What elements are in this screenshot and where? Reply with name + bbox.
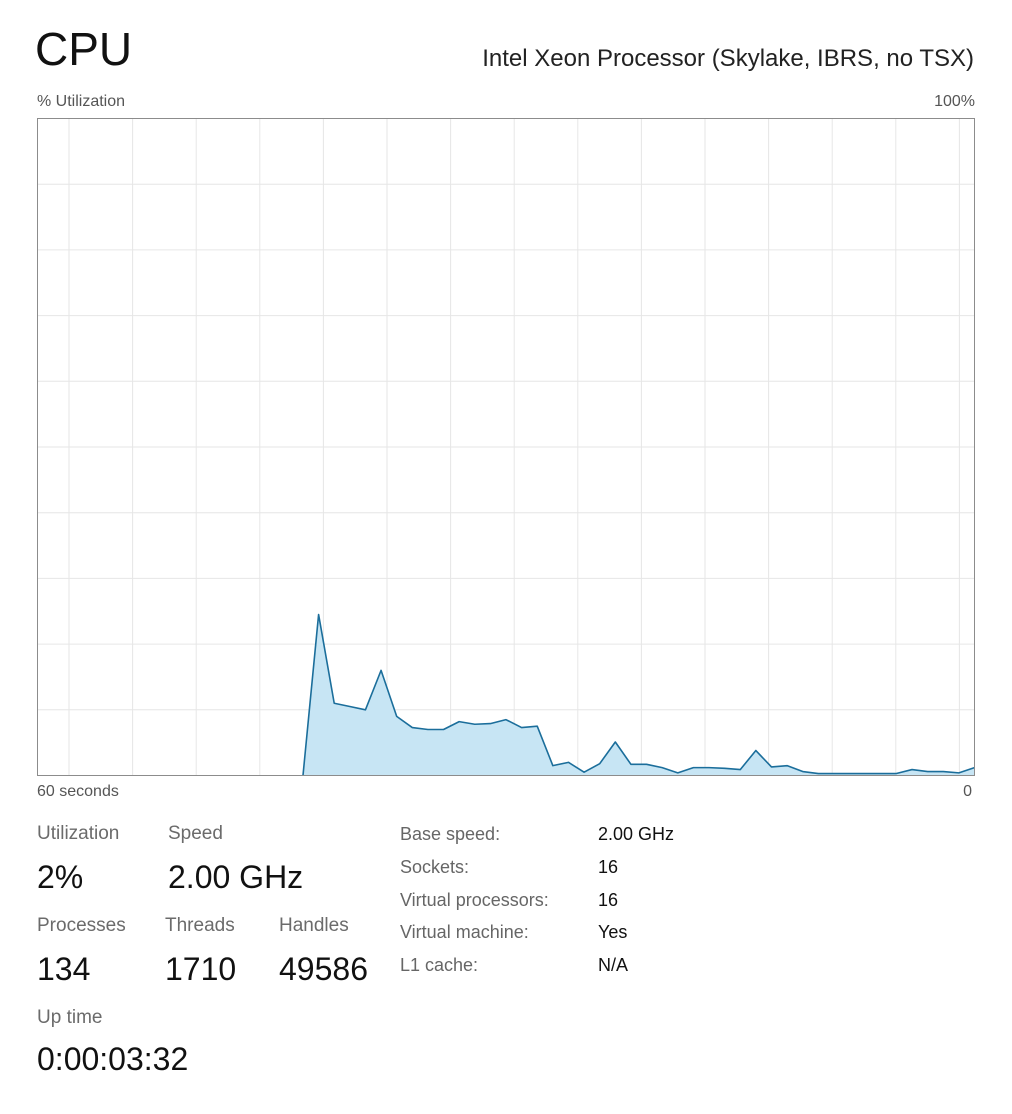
info-value-base-speed: 2.00 GHz [598, 824, 675, 844]
speed-value: 2.00 GHz [168, 859, 304, 895]
info-value-virtual-processors: 16 [598, 890, 619, 910]
info-label-base-speed: Base speed: [400, 824, 501, 844]
y-axis-max-label: 100% [934, 93, 975, 110]
threads-label: Threads [165, 915, 235, 936]
uptime-label: Up time [37, 1007, 103, 1028]
info-value-sockets: 16 [598, 857, 619, 877]
speed-label: Speed [168, 823, 223, 844]
y-axis-label: % Utilization [37, 93, 126, 110]
info-value-l1-cache: N/A [598, 955, 629, 975]
threads-value: 1710 [165, 951, 237, 987]
processes-label: Processes [37, 915, 126, 936]
info-label-virtual-processors: Virtual processors: [400, 890, 549, 910]
handles-value: 49586 [279, 951, 368, 987]
processor-name: Intel Xeon Processor (Skylake, IBRS, no … [482, 45, 974, 72]
x-axis-end-label: 0 [963, 783, 972, 800]
uptime-value: 0:00:03:32 [37, 1041, 189, 1077]
utilization-label: Utilization [37, 823, 120, 844]
processes-value: 134 [37, 951, 91, 987]
info-label-virtual-machine: Virtual machine: [400, 922, 529, 942]
utilization-value: 2% [37, 859, 84, 895]
handles-label: Handles [279, 915, 349, 936]
info-value-virtual-machine: Yes [598, 922, 628, 942]
page-title: CPU [35, 23, 133, 75]
cpu-utilization-graph [37, 118, 975, 776]
info-label-l1-cache: L1 cache: [400, 955, 479, 975]
x-axis-span-label: 60 seconds [37, 783, 119, 800]
utilization-area [302, 614, 975, 776]
info-label-sockets: Sockets: [400, 857, 470, 877]
